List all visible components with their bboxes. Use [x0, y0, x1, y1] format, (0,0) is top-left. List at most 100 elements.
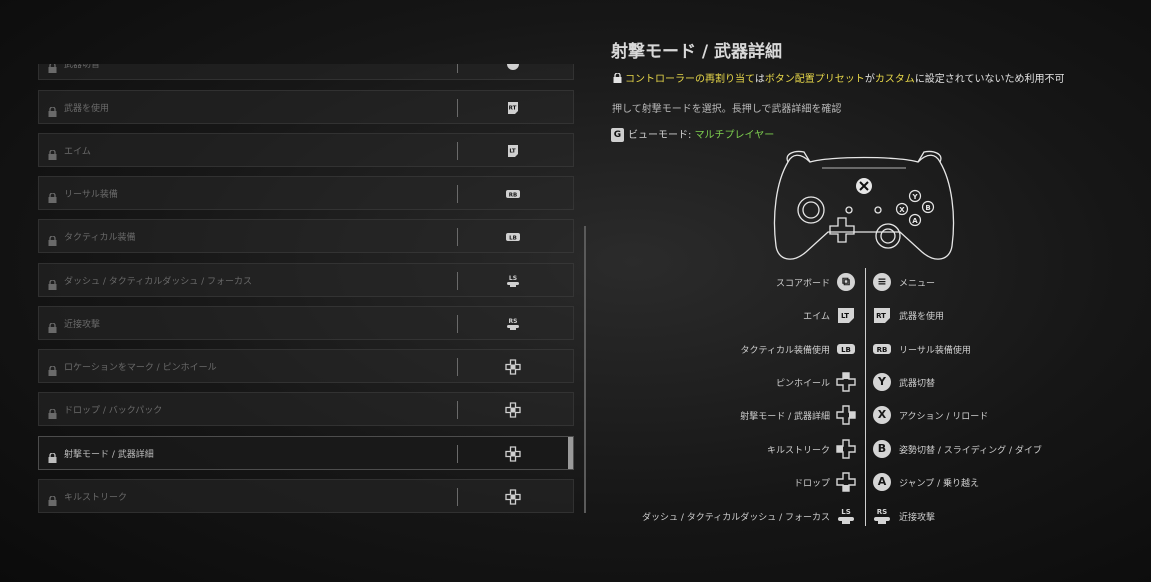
mapping-label: ダッシュ / タクティカルダッシュ / フォーカス	[642, 513, 830, 523]
dpad-up-icon	[836, 372, 856, 392]
svg-text:B: B	[925, 204, 930, 212]
binding-row[interactable]: 近接攻撃 RS	[38, 306, 574, 340]
mapping-label: ドロップ	[793, 479, 830, 489]
dpad-down-icon	[836, 472, 856, 492]
warning-text: は	[754, 74, 765, 85]
mapping-label: ジャンプ / 乗り越え	[899, 479, 980, 489]
dpad-left-icon	[836, 439, 856, 459]
selection-indicator	[568, 437, 573, 469]
mapping-label: タクティカル装備使用	[740, 346, 830, 356]
mapping-label: ピンホイール	[775, 379, 830, 389]
warning-highlight-custom: カスタム	[874, 74, 915, 85]
row-separator	[457, 358, 458, 376]
binding-row[interactable]: ダッシュ / タクティカルダッシュ / フォーカス LS	[38, 263, 574, 297]
view-button-icon: ⧉	[836, 272, 856, 292]
mapping-label: 武器を使用	[899, 312, 945, 322]
binding-row[interactable]: ロケーションをマーク / ピンホイール	[38, 349, 574, 383]
row-separator	[457, 64, 458, 73]
mapping-left-item: ドロップ	[600, 472, 858, 492]
dpad-icon	[505, 489, 521, 505]
rs-icon: RS	[872, 506, 892, 526]
svg-text:LS: LS	[841, 508, 851, 516]
warning-text: が	[864, 74, 875, 85]
dpad-icon	[505, 359, 521, 375]
binding-row[interactable]: 武器を使用 RT	[38, 90, 574, 124]
binding-row[interactable]: タクティカル装備 LB	[38, 219, 574, 253]
svg-text:RB: RB	[877, 346, 888, 354]
binding-row[interactable]: 武器切替	[38, 64, 574, 80]
svg-text:RT: RT	[876, 312, 886, 320]
binding-row[interactable]: エイム LT	[38, 133, 574, 167]
mapping-left-item: エイム LT	[600, 305, 858, 325]
lock-icon	[48, 322, 57, 333]
binding-label: リーサル装備	[64, 190, 118, 200]
b-button-icon: B	[872, 439, 892, 459]
binding-label: 近接攻撃	[64, 320, 101, 330]
lock-icon	[48, 149, 57, 160]
ls-icon: LS	[505, 273, 521, 289]
a-button-icon: A	[872, 472, 892, 492]
row-separator	[457, 142, 458, 160]
mapping-label: スコアボード	[775, 279, 830, 289]
svg-text:A: A	[912, 217, 918, 225]
svg-text:LB: LB	[841, 346, 851, 354]
warning-text: に設定されていないため利用不可	[914, 74, 1065, 85]
detail-description: 押して射撃モードを選択。長押しで武器詳細を確認	[612, 104, 842, 115]
binding-row[interactable]: リーサル装備 RB	[38, 176, 574, 210]
mapping-right-item: RT 武器を使用	[872, 305, 1142, 325]
binding-row[interactable]: ドロップ / バックパック	[38, 392, 574, 426]
mapping-left-item: ダッシュ / タクティカルダッシュ / フォーカス LS	[600, 506, 858, 526]
mapping-label: メニュー	[899, 279, 936, 289]
rt-icon: RT	[872, 305, 892, 325]
svg-text:LS: LS	[509, 275, 517, 282]
lock-icon	[48, 192, 57, 203]
mapping-right-item: A ジャンプ / 乗り越え	[872, 472, 1142, 492]
mapping-label: 武器切替	[899, 379, 936, 389]
lock-icon	[48, 106, 57, 117]
dpad-icon	[505, 402, 521, 418]
rt-icon: RT	[505, 100, 521, 116]
x-button-icon: X	[872, 405, 892, 425]
mapping-left-item: 射撃モード / 武器詳細	[600, 405, 858, 425]
row-separator	[457, 185, 458, 203]
mapping-label: リーサル装備使用	[899, 346, 971, 356]
svg-text:Y: Y	[911, 193, 918, 201]
binding-label: キルストリーク	[64, 493, 128, 503]
lb-icon: LB	[505, 229, 521, 245]
binding-label: タクティカル装備	[64, 233, 136, 243]
view-mode-toggle[interactable]: G ビューモード: マルチプレイヤー	[611, 128, 774, 144]
svg-text:RB: RB	[509, 193, 517, 199]
mapping-label: アクション / リロード	[899, 412, 989, 422]
mapping-right-item: Y 武器切替	[872, 372, 1142, 392]
mapping-label: エイム	[803, 312, 830, 322]
view-mode-label: ビューモード:	[628, 130, 692, 141]
row-separator	[457, 272, 458, 290]
menu-button-icon: ≡	[872, 272, 892, 292]
mapping-left-item: キルストリーク	[600, 439, 858, 459]
svg-text:LT: LT	[841, 312, 849, 320]
binding-row[interactable]: キルストリーク	[38, 479, 574, 513]
controller-center-divider	[865, 268, 866, 526]
binding-row-selected[interactable]: 射撃モード / 武器詳細	[38, 436, 574, 470]
binding-label: 武器を使用	[64, 104, 110, 114]
mapping-label: 姿勢切替 / スライディング / ダイブ	[899, 446, 1042, 456]
lock-icon	[48, 279, 57, 290]
svg-text:LT: LT	[509, 149, 516, 155]
mapping-right-item: X アクション / リロード	[872, 405, 1142, 425]
controller-icon: Y X B A	[773, 150, 955, 260]
remap-unavailable-warning: コントローラーの再割り当てはボタン配置プリセットがカスタムに設定されていないため…	[613, 70, 1065, 85]
row-separator	[457, 228, 458, 246]
mapping-left-item: スコアボード ⧉	[600, 272, 858, 292]
dpad-right-icon	[836, 405, 856, 425]
lock-icon	[48, 235, 57, 246]
svg-text:RS: RS	[509, 318, 518, 325]
svg-text:X: X	[899, 206, 905, 214]
list-scrollbar[interactable]	[584, 226, 586, 513]
rs-icon: RS	[505, 316, 521, 332]
binding-label: 射撃モード / 武器詳細	[64, 450, 154, 460]
y-button-icon: Y	[872, 372, 892, 392]
lock-icon	[48, 365, 57, 376]
lock-icon	[613, 72, 622, 83]
binding-label: ドロップ / バックパック	[64, 406, 163, 416]
mapping-right-item: RB リーサル装備使用	[872, 339, 1142, 359]
